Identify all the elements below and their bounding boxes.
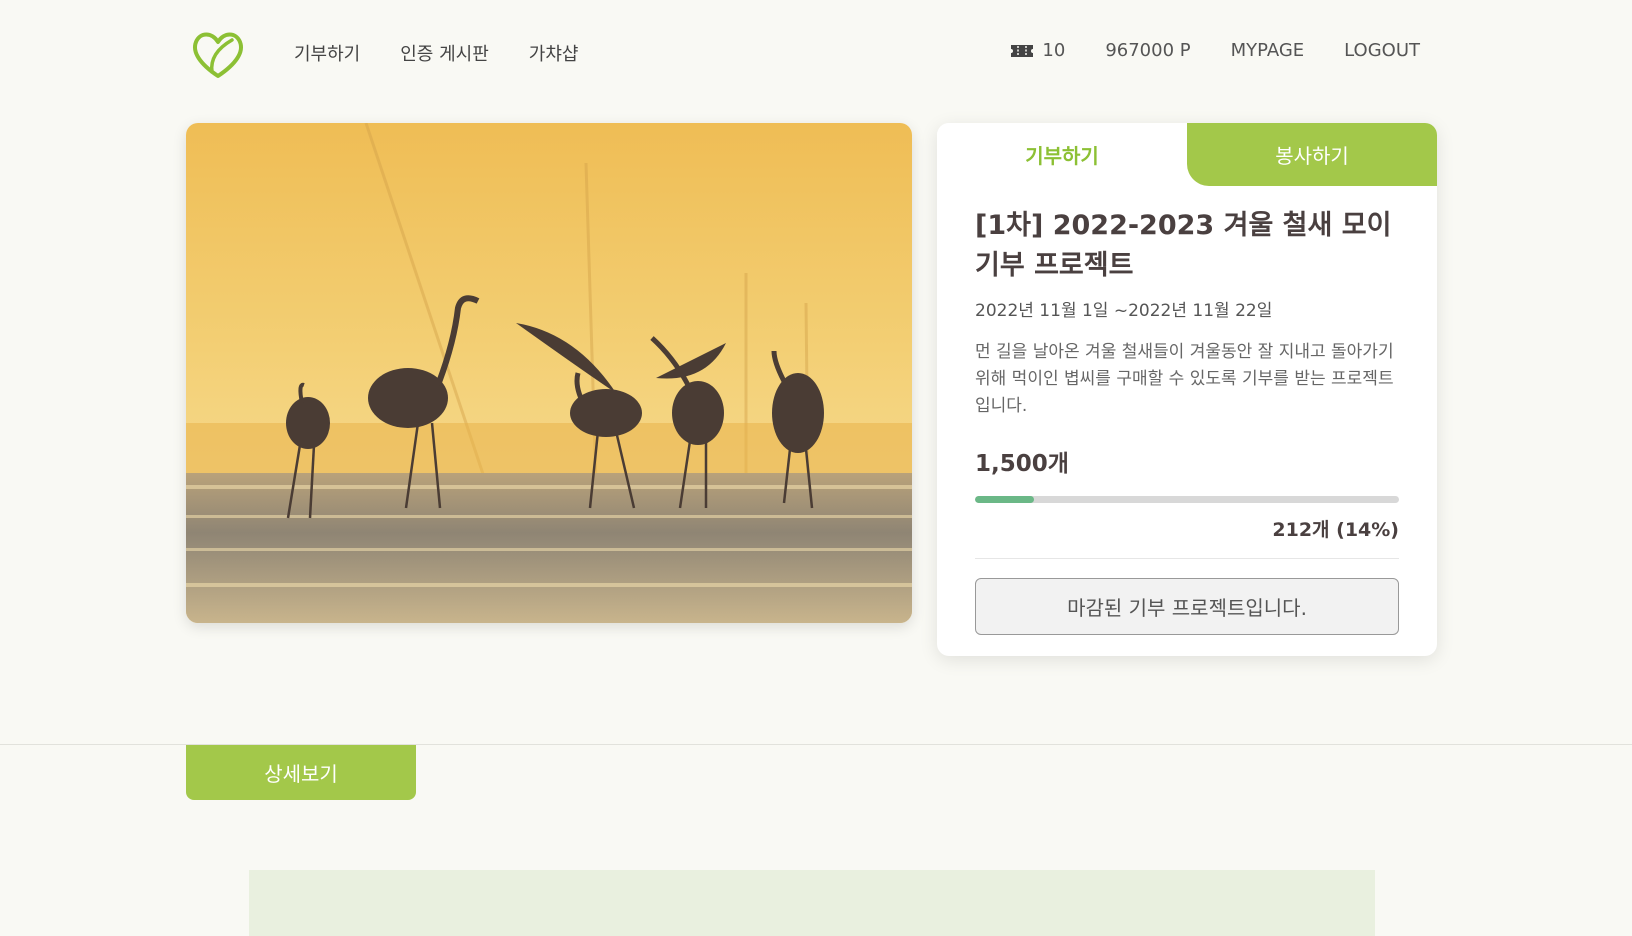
mypage-link[interactable]: MYPAGE [1231,40,1305,61]
nav-board-link[interactable]: 인증 게시판 [400,40,489,66]
ticket-icon [1011,44,1034,57]
project-description: 먼 길을 날아온 겨울 철새들이 겨울동안 잘 지내고 돌아가기 위해 먹이인 … [975,342,1394,416]
ticket-count: 10 [1042,40,1066,61]
closed-project-button[interactable]: 마감된 기부 프로젝트입니다. [975,578,1399,635]
heart-logo-icon[interactable] [190,28,246,80]
progress-bar [975,496,1399,503]
tab-volunteer[interactable]: 봉사하기 [1187,123,1437,186]
project-period: 2022년 11월 1일 ~2022년 11월 22일 [975,301,1273,321]
project-hero-image [186,123,912,623]
project-title: [1차] 2022-2023 겨울 철새 모이 기부 프로젝트 [975,210,1392,281]
main-nav: 기부하기 인증 게시판 가챠샵 [294,40,578,66]
progress-bar-fill [975,496,1035,503]
progress-label: 212개 (14%) [1272,519,1399,541]
tab-details[interactable]: 상세보기 [186,745,416,800]
points-balance: 967000 P [1105,40,1191,61]
ticket-counter[interactable]: 10 [1010,40,1065,61]
project-card: 기부하기 봉사하기 [1차] 2022-2023 겨울 철새 모이 기부 프로젝… [937,123,1437,656]
nav-gacha-link[interactable]: 가챠샵 [529,40,579,66]
project-type-tabs: 기부하기 봉사하기 [937,123,1437,186]
logout-link[interactable]: LOGOUT [1344,40,1420,61]
nav-donate-link[interactable]: 기부하기 [294,40,360,66]
tab-donate[interactable]: 기부하기 [937,123,1187,186]
detail-content-panel [249,870,1375,936]
user-nav: 10 967000 P MYPAGE LOGOUT [1010,40,1420,61]
goal-amount: 1,500개 [975,451,1069,477]
card-divider [975,558,1399,559]
